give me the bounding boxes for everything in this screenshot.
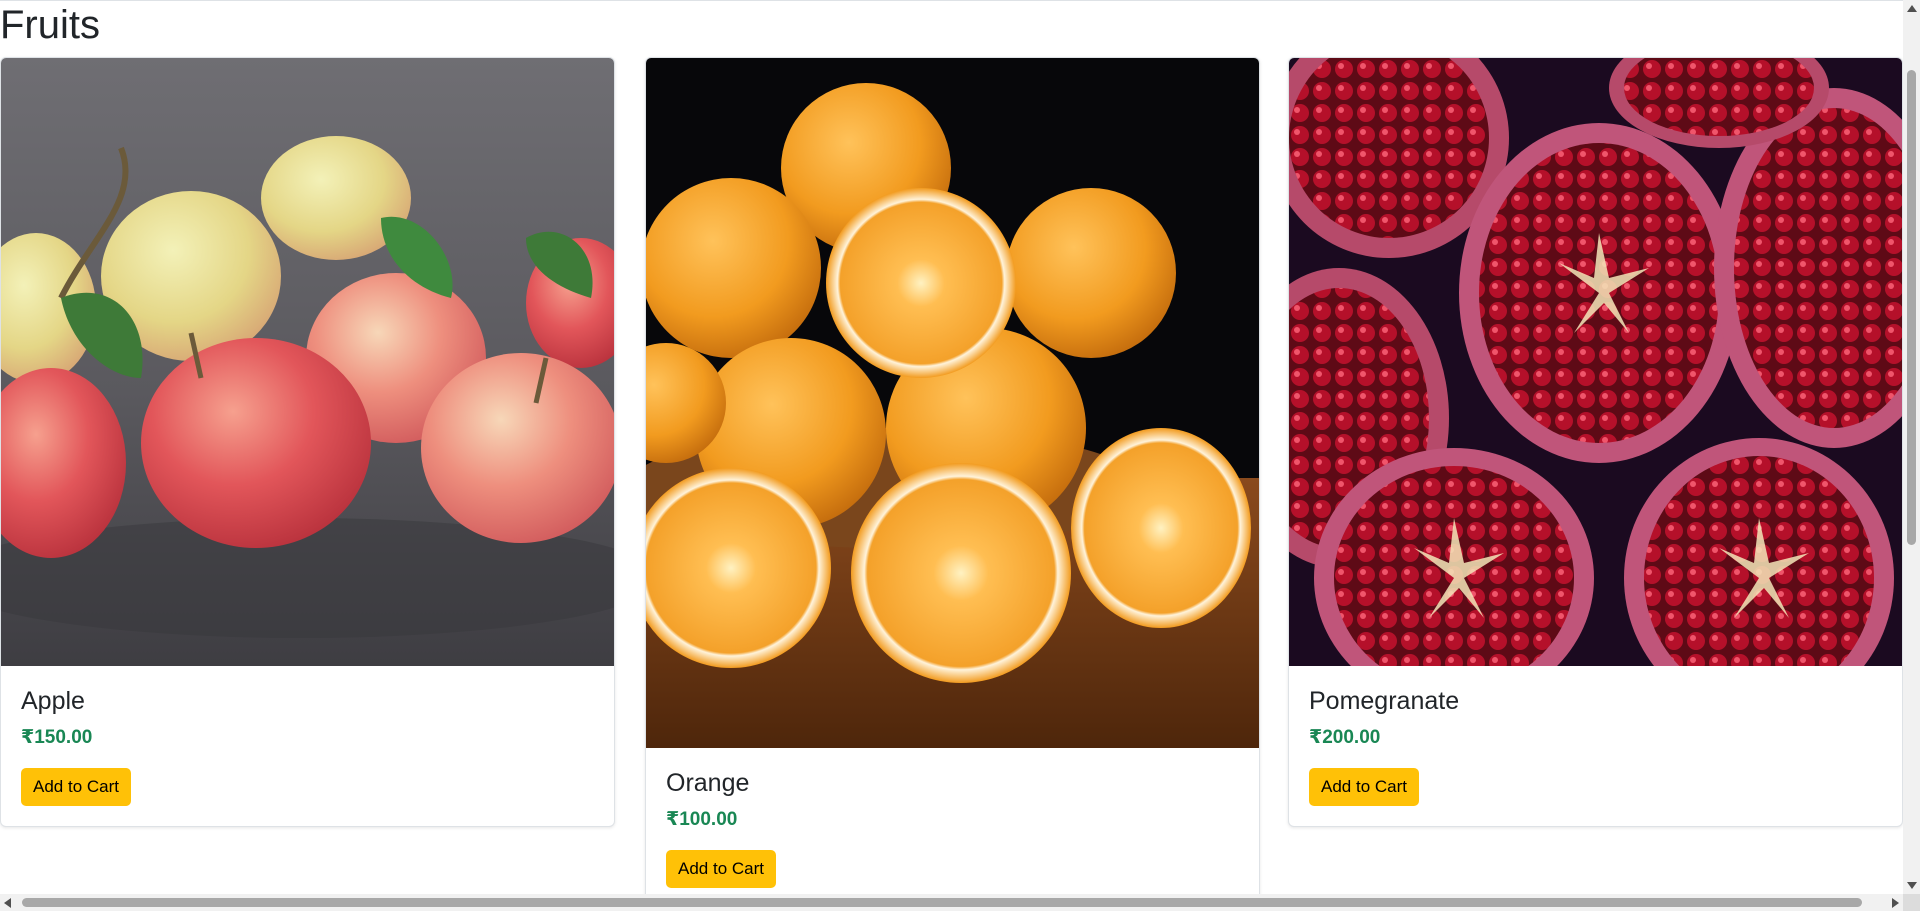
- page-viewport: Fruits Apple ₹150.00 Add to Cart Orange …: [0, 0, 1903, 894]
- add-to-cart-button-apple[interactable]: Add to Cart: [21, 768, 131, 806]
- add-to-cart-button-orange[interactable]: Add to Cart: [666, 850, 776, 888]
- horizontal-scrollbar[interactable]: [0, 894, 1903, 911]
- product-name: Orange: [666, 769, 750, 797]
- product-price: ₹150.00: [21, 727, 93, 748]
- product-card-apple: Apple ₹150.00 Add to Cart: [0, 57, 615, 827]
- card-body: Pomegranate ₹200.00 Add to Cart: [1289, 666, 1902, 826]
- product-card-pomegranate: Pomegranate ₹200.00 Add to Cart: [1288, 57, 1903, 827]
- scroll-up-arrow-icon[interactable]: [1907, 5, 1917, 12]
- apple-image: [1, 58, 614, 666]
- orange-image: [646, 58, 1259, 748]
- scroll-down-arrow-icon[interactable]: [1907, 882, 1917, 889]
- vertical-scrollbar[interactable]: [1903, 0, 1920, 894]
- product-price: ₹200.00: [1309, 727, 1381, 748]
- page-title: Fruits: [0, 3, 100, 47]
- product-price: ₹100.00: [666, 809, 738, 830]
- card-body: Orange ₹100.00 Add to Cart: [646, 748, 1259, 894]
- horizontal-scroll-thumb[interactable]: [22, 898, 1862, 907]
- add-to-cart-button-pomegranate[interactable]: Add to Cart: [1309, 768, 1419, 806]
- product-card-orange: Orange ₹100.00 Add to Cart: [645, 57, 1260, 894]
- scroll-left-arrow-icon[interactable]: [4, 898, 11, 908]
- pomegranate-image: [1289, 58, 1902, 666]
- product-name: Pomegranate: [1309, 687, 1460, 715]
- scrollbar-corner: [1903, 894, 1920, 911]
- product-name: Apple: [21, 687, 85, 715]
- vertical-scroll-thumb[interactable]: [1907, 70, 1916, 545]
- scroll-right-arrow-icon[interactable]: [1892, 898, 1899, 908]
- card-body: Apple ₹150.00 Add to Cart: [1, 666, 614, 826]
